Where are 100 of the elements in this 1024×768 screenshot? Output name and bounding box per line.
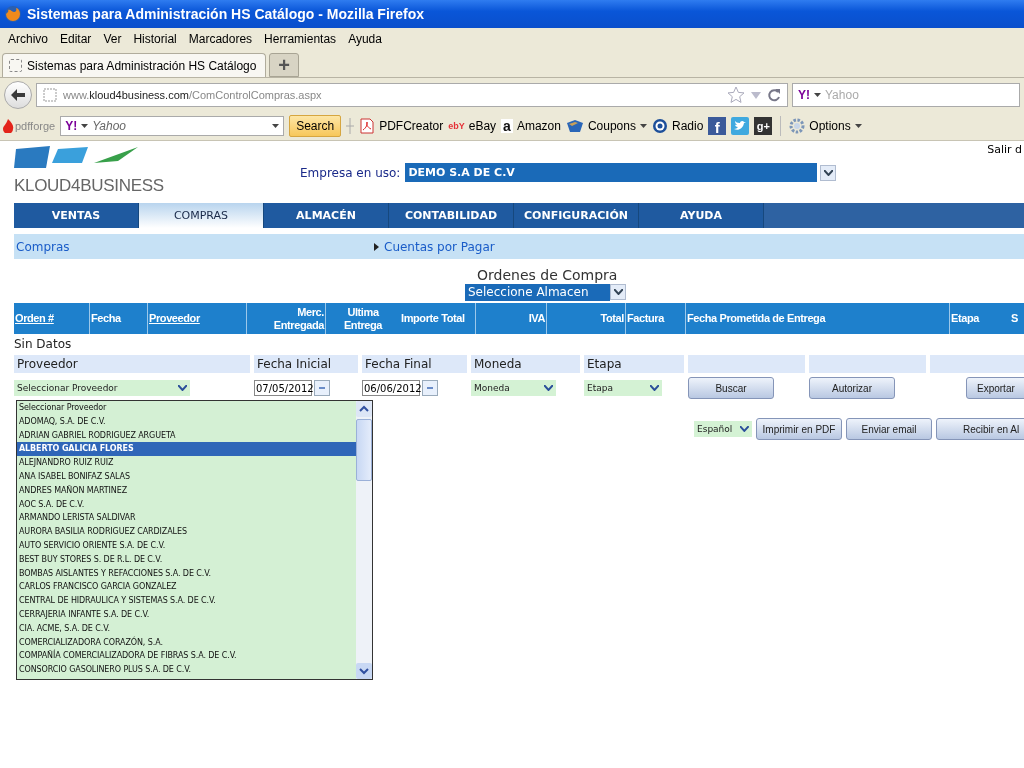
dropdown-option[interactable]: BEST BUY STORES S. DE R.L. DE C.V. (17, 552, 356, 567)
toolbar-item[interactable]: Radio (651, 118, 704, 134)
menu-item[interactable]: Herramientas (258, 32, 343, 46)
submenu-link[interactable]: Cuentas por Pagar (374, 239, 495, 254)
caret-icon (81, 124, 89, 128)
toolbar-item[interactable]: Options (789, 118, 862, 134)
column-header[interactable]: Proveedor (148, 303, 247, 334)
dropdown-option[interactable]: CONSORCIO GASOLINERO PLUS S.A. DE C.V. (17, 663, 356, 677)
back-arrow-icon (10, 88, 26, 102)
column-header: Factura (626, 303, 686, 334)
select-field[interactable]: Moneda (471, 380, 556, 396)
company-select[interactable]: DEMO S.A DE C.V (405, 163, 818, 182)
target-icon (651, 118, 668, 134)
dropdown-option[interactable]: ARMANDO LERISTA SALDIVAR (17, 511, 356, 526)
action-button[interactable]: Autorizar (809, 377, 895, 399)
dropdown-list[interactable] (16, 400, 373, 680)
chevron-icon (650, 385, 659, 391)
browser-tab[interactable]: Sistemas para Administración HS Catálogo (2, 53, 266, 77)
chevron-icon (613, 289, 623, 295)
dropdown-option[interactable]: CENTRAL DE HIDRAULICA Y SISTEMAS S.A. DE C.V. (17, 594, 356, 608)
ebay-logo: ebY (448, 121, 465, 131)
chevron-icon (823, 169, 833, 176)
warehouse-select[interactable]: Seleccione Almacen (465, 284, 610, 301)
dropdown-option[interactable]: ALBERTO GALICIA FLORES (17, 442, 356, 457)
menu-item[interactable]: Historial (127, 32, 183, 46)
calendar-button[interactable] (422, 380, 438, 396)
select-field[interactable]: Español (694, 421, 752, 437)
dropdown-option[interactable]: ALEJNANDRO RUIZ RUIZ (17, 456, 356, 470)
back-button[interactable] (4, 81, 32, 109)
dropdown-icon (272, 124, 280, 128)
nav-tab[interactable]: VENTAS (14, 203, 139, 228)
menu-item[interactable]: Archivo (2, 32, 54, 46)
nav-tab[interactable]: ALMACÉN (264, 203, 389, 228)
dropdown-option[interactable]: AOC S.A. DE C.V. (17, 497, 356, 512)
toolbar-label: Coupons (587, 119, 636, 133)
toolbar-item[interactable]: ebY eBay (448, 119, 497, 133)
search-field[interactable]: Y! Yahoo (792, 83, 1020, 107)
dropdown-option[interactable]: ADRIAN GABRIEL RODRIGUEZ ARGUETA (17, 428, 356, 443)
address-bar[interactable]: www.kloud4business.com/ComControlCompras.aspx (36, 83, 788, 107)
reload-icon (767, 88, 781, 102)
nav-tab[interactable]: CONFIGURACIÓN (514, 203, 639, 228)
dropdown-option[interactable]: CARLOS FRANCISCO GARCIA GONZALEZ (17, 580, 356, 595)
dropdown-option[interactable]: CIA. ACME, S.A. DE C.V. (17, 621, 356, 636)
dropdown-option[interactable]: COMPAÑÍA COMERCIALIZADORA DE FIBRAS S.A. DE C.V. (17, 649, 356, 664)
action-button[interactable]: Enviar email (846, 418, 932, 440)
select-field[interactable]: Etapa (584, 380, 662, 396)
dropdown-option[interactable]: CERRAJERIA INFANTE S.A. DE C.V. (17, 607, 356, 622)
dash-icon (427, 387, 433, 389)
select-field[interactable]: Seleccionar Proveedor (14, 380, 190, 396)
star-icon (727, 86, 745, 104)
scroll-thumb[interactable] (356, 419, 372, 481)
toolbar-item[interactable]: Coupons (565, 119, 647, 133)
search-button[interactable]: Search (289, 115, 342, 137)
toolbar-label: Options (809, 119, 851, 133)
dropdown-option[interactable]: AUTO SERVICIO ORIENTE S.A. DE C.V. (17, 538, 356, 553)
nav-tab[interactable]: CONTABILIDAD (389, 203, 514, 228)
new-tab-button[interactable]: + (269, 53, 299, 77)
dropdown-option[interactable]: ANDRES MAÑON MARTINEZ (17, 483, 356, 498)
triangle-icon (374, 242, 379, 251)
dropdown-option[interactable]: ANA ISABEL BONIFAZ SALAS (17, 470, 356, 484)
google-plus-logo[interactable]: g+ (754, 117, 773, 135)
action-button[interactable]: Imprimir en PDF (756, 418, 842, 440)
chevron-icon (740, 426, 749, 432)
yahoo-logo: Y! (65, 119, 78, 133)
toolbar-label: Radio (671, 119, 704, 133)
date-field[interactable]: 06/06/2012 (362, 380, 420, 396)
url-text: www.kloud4business.com/ComControlCompras.aspx (63, 89, 322, 101)
flame-icon (2, 119, 14, 133)
action-button[interactable]: Buscar (688, 377, 774, 399)
action-button[interactable]: Recibir en Al (936, 418, 1024, 440)
section-link[interactable]: Compras (14, 239, 374, 254)
dropdown-option[interactable]: COMERCIALIZADORA CORAZÓN, S.A. (17, 635, 356, 650)
dropdown-option[interactable]: BOMBAS AISLANTES Y REFACCIONES S.A. DE C.V. (17, 566, 356, 581)
column-header: Etapa (950, 311, 981, 327)
search-field[interactable]: Y! Yahoo (60, 116, 285, 136)
action-button[interactable]: Exportar (966, 377, 1024, 399)
bird-icon[interactable] (731, 117, 750, 135)
column-header: Ultima Entrega (342, 305, 384, 333)
toolbar-item[interactable]: a Amazon (501, 119, 561, 133)
dropdown-option[interactable]: ADOMAQ, S.A. DE C.V. (17, 414, 356, 429)
menu-item[interactable]: Ver (97, 32, 128, 46)
toolbar-label: Amazon (516, 119, 561, 133)
menu-item[interactable]: Marcadores (182, 32, 259, 46)
nav-tab[interactable]: COMPRAS (139, 203, 264, 228)
logo-text: KLOUD4BUSINESS (14, 176, 164, 196)
date-field[interactable]: 07/05/2012 (254, 380, 312, 396)
menu-item[interactable]: Ayuda (342, 32, 388, 46)
logout-link[interactable]: Salir d (987, 143, 1022, 156)
calendar-button[interactable] (314, 380, 330, 396)
filter-label: Moneda (471, 355, 580, 373)
dropdown-option[interactable]: AURORA BASILIA RODRIGUEZ CARDIZALES (17, 525, 356, 539)
toolbar-item[interactable]: PDFCreator (359, 118, 444, 134)
facebook-logo[interactable]: f (708, 117, 727, 135)
column-header: Total (547, 303, 626, 334)
dropdown-option[interactable]: Seleccionar Proveedor (17, 401, 356, 415)
yahoo-logo: Y! (798, 88, 810, 102)
nav-tab[interactable]: AYUDA (639, 203, 764, 228)
filter-label: Fecha Final (362, 355, 467, 373)
menu-item[interactable]: Editar (54, 32, 98, 46)
column-header[interactable]: Orden # (14, 303, 90, 334)
